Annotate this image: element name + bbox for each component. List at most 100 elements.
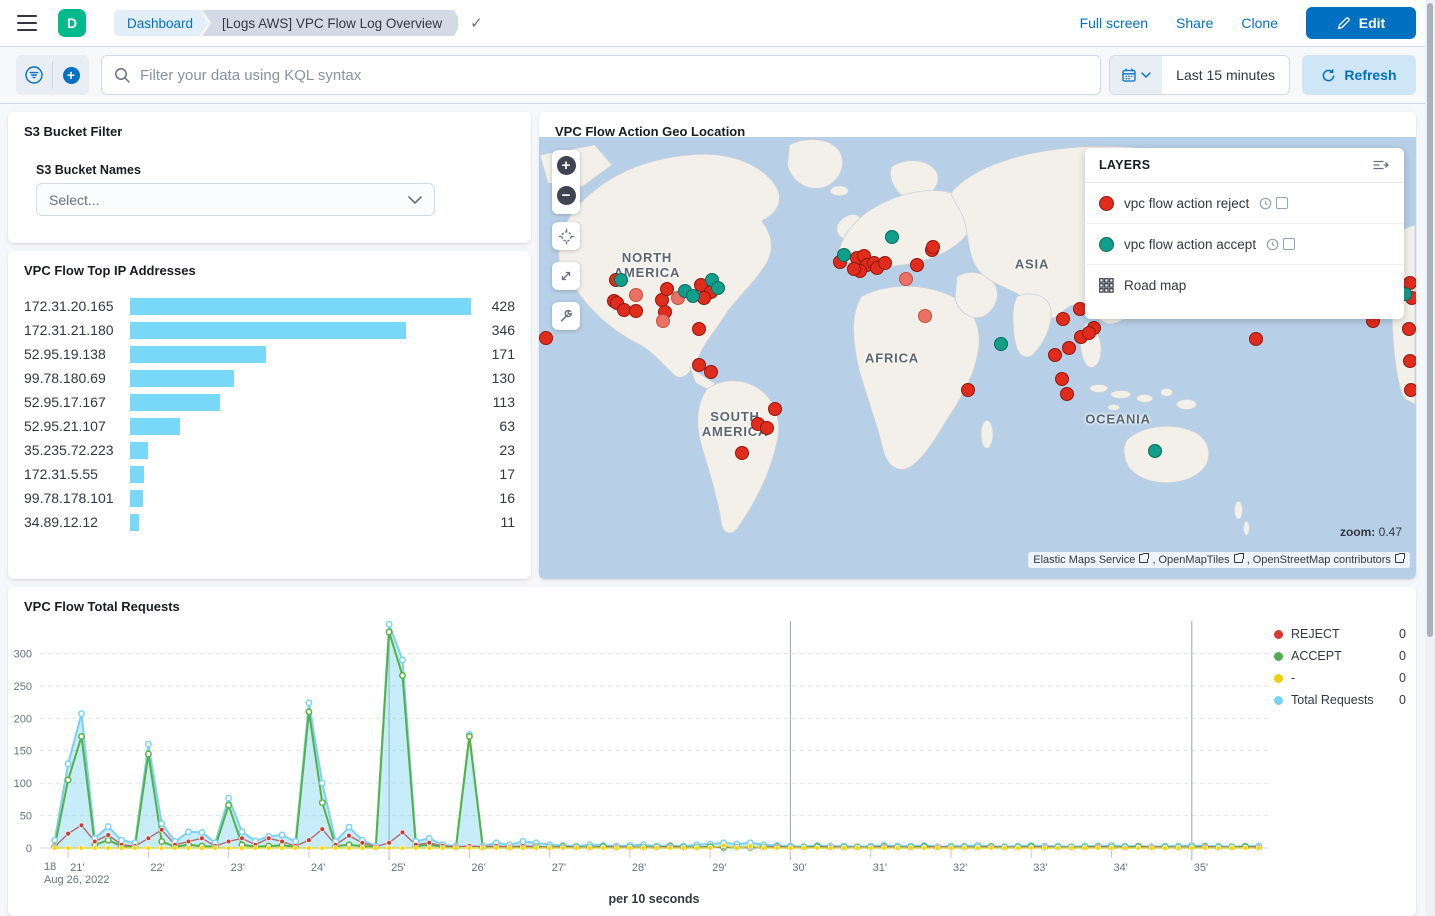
total-requests-chart: 05010015020025030021'22'23'24'25'26'27'2… [8, 587, 1416, 887]
map-expand-control [552, 262, 580, 290]
legend-value: 0 [1399, 627, 1406, 641]
bar-value: 63 [471, 418, 515, 434]
accept-dot [711, 281, 725, 295]
date-picker: Last 15 minutes [1109, 55, 1290, 95]
reject-dot [704, 365, 718, 379]
expand-button[interactable] [552, 262, 580, 290]
bar [130, 322, 406, 339]
ip-address: 52.95.17.167 [24, 394, 130, 410]
attribution-link[interactable]: OpenStreetMap contributors [1253, 554, 1405, 566]
bar-value: 113 [471, 394, 515, 410]
attribution-link[interactable]: OpenMapTiles [1159, 554, 1244, 566]
ip-bar-row: 34.89.12.1211 [8, 510, 531, 534]
kql-search-input[interactable] [140, 67, 1088, 84]
panel-title: S3 Bucket Filter [8, 112, 531, 139]
legend-item[interactable]: ACCEPT0 [1274, 645, 1406, 667]
crosshair-icon [558, 228, 575, 245]
attribution-link[interactable]: Elastic Maps Service [1033, 554, 1149, 566]
bar [130, 418, 180, 435]
x-axis-start-date: 18 Aug 26, 2022 [44, 861, 109, 887]
reject-dot [899, 272, 913, 286]
legend-item[interactable]: REJECT0 [1274, 623, 1406, 645]
ip-bar-row: 172.31.21.180346 [8, 318, 531, 342]
wrench-button[interactable] [552, 302, 580, 330]
reject-dot [847, 262, 861, 276]
reject-dot [760, 421, 774, 435]
layer-row[interactable]: vpc flow action reject [1085, 183, 1404, 224]
layer-row[interactable]: Road map [1085, 265, 1404, 306]
ip-bar-row: 172.31.5.5517 [8, 462, 531, 486]
reject-dot [910, 258, 924, 272]
bar-track [130, 490, 471, 507]
zoom-in-button[interactable]: + [552, 150, 580, 180]
share-link[interactable]: Share [1176, 15, 1213, 31]
grid-icon [1099, 278, 1114, 293]
layer-label[interactable]: vpc flow action accept [1124, 237, 1256, 252]
accept-dot [1148, 444, 1162, 458]
chevron-down-icon [408, 196, 422, 204]
ip-address: 99.78.178.101 [24, 490, 130, 506]
bar-track [130, 322, 471, 339]
scrollbar-track[interactable] [1425, 0, 1435, 916]
edit-button[interactable]: Edit [1306, 7, 1416, 39]
layer-swatch [1099, 196, 1114, 211]
svg-text:100: 100 [14, 778, 32, 790]
ip-bar-row: 172.31.20.165428 [8, 294, 531, 318]
ip-address: 172.31.5.55 [24, 466, 130, 482]
scrollbar-thumb[interactable] [1427, 3, 1433, 637]
svg-text:50: 50 [20, 811, 32, 823]
calendar-button[interactable] [1110, 56, 1162, 94]
zoom-out-button[interactable]: − [552, 180, 580, 210]
bar [130, 346, 266, 363]
accept-dot [614, 273, 628, 287]
reject-dot [1082, 326, 1096, 340]
svg-text:22': 22' [150, 862, 164, 874]
legend-value: 0 [1399, 649, 1406, 663]
legend-item[interactable]: -0 [1274, 667, 1406, 689]
bar [130, 466, 144, 483]
bar-value: 11 [471, 514, 515, 530]
crosshair-button[interactable] [552, 222, 580, 250]
layer-checkbox[interactable] [1276, 197, 1288, 209]
clone-link[interactable]: Clone [1241, 15, 1278, 31]
accept-dot [837, 248, 851, 262]
layer-row[interactable]: vpc flow action accept [1085, 224, 1404, 265]
reject-dot [629, 304, 643, 318]
clock-icon [1259, 197, 1272, 210]
ip-bar-row: 52.95.21.107 63 [8, 414, 531, 438]
svg-text:0: 0 [26, 843, 32, 855]
external-link-icon [1395, 554, 1404, 563]
legend-item[interactable]: Total Requests0 [1274, 689, 1406, 711]
layer-checkbox[interactable] [1283, 238, 1295, 250]
s3-bucket-select[interactable]: Select... [36, 183, 435, 216]
bar-track [130, 394, 471, 411]
space-avatar[interactable]: D [58, 9, 86, 37]
add-filter-button[interactable]: + [53, 55, 89, 95]
ip-bar-row: 52.95.19.138171 [8, 342, 531, 366]
bar [130, 298, 471, 315]
breadcrumb-dashboard[interactable]: Dashboard [114, 10, 209, 36]
menu-hamburger-icon[interactable] [17, 15, 37, 31]
reject-dot [926, 240, 940, 254]
external-link-icon [1139, 554, 1148, 563]
ip-bar-row: 99.78.180.69130 [8, 366, 531, 390]
saved-query-filter-button[interactable] [16, 55, 52, 95]
world-map[interactable]: NORTH AMERICASOUTH AMERICAAFRICAASIAOCEA… [539, 137, 1416, 579]
full-screen-link[interactable]: Full screen [1080, 15, 1148, 31]
bar [130, 442, 148, 459]
calendar-icon [1121, 67, 1137, 83]
expand-icon [558, 268, 574, 284]
reject-dot [735, 446, 749, 460]
reject-dot [1060, 387, 1074, 401]
time-range-value[interactable]: Last 15 minutes [1162, 56, 1289, 94]
layer-label[interactable]: Road map [1124, 278, 1186, 293]
collapse-layers-icon[interactable] [1372, 158, 1390, 172]
refresh-button[interactable]: Refresh [1302, 55, 1416, 95]
breadcrumb-current-dashboard[interactable]: [Logs AWS] VPC Flow Log Overview [202, 10, 458, 36]
bar-value: 23 [471, 442, 515, 458]
layer-label[interactable]: vpc flow action reject [1124, 196, 1249, 211]
ip-address: 52.95.21.107 [24, 418, 130, 434]
reject-dot [1048, 348, 1062, 362]
bar-track [130, 346, 471, 363]
ip-bar-list: 172.31.20.165428172.31.21.18034652.95.19… [8, 294, 531, 534]
